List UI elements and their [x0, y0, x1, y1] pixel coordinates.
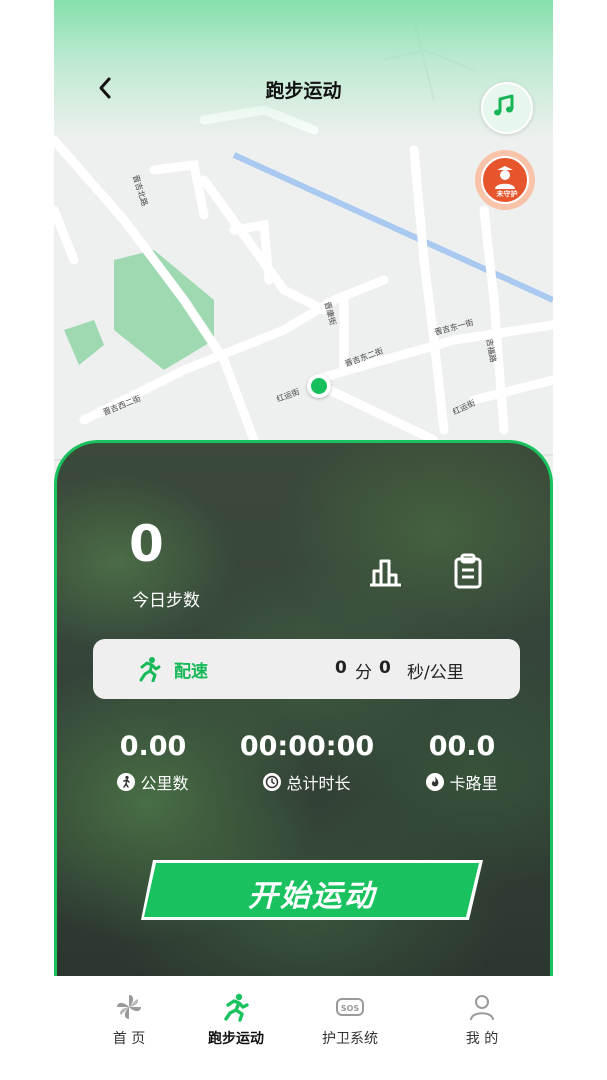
statistics-button[interactable]	[368, 555, 404, 591]
tab-profile[interactable]: 我 的	[432, 992, 532, 1048]
walker-icon	[117, 773, 136, 791]
start-workout-label: 开始运动	[248, 879, 376, 914]
pace-label: 配速	[174, 662, 208, 682]
pinwheel-icon	[117, 995, 141, 1019]
map-top-gradient	[54, 0, 553, 140]
today-steps-value: 0	[129, 515, 164, 573]
tab-profile-label: 我 的	[465, 1031, 499, 1047]
sos-icon: SOS	[336, 998, 364, 1016]
person-icon	[470, 995, 494, 1021]
workout-panel: 0 今日步数 配速 0 分 0 秒/公里 0.00 公里数 00:00:00 总…	[54, 440, 553, 976]
running-screen: 晋吉北路 晋康街 晋吉东二街 晋吉东一街 吉福路 红运街 红运街 晋吉西二街 跑…	[54, 0, 553, 1080]
current-location-marker	[307, 374, 331, 398]
pace-card: 配速 0 分 0 秒/公里	[93, 639, 520, 699]
flame-icon	[426, 773, 445, 791]
calories-value: 00.0	[428, 731, 496, 762]
runner-icon	[139, 657, 161, 682]
tab-guard-system[interactable]: SOS 护卫系统	[300, 992, 400, 1048]
start-workout-button[interactable]: 开始运动	[139, 858, 485, 922]
tab-home[interactable]: 首 页	[79, 992, 179, 1048]
clipboard-icon	[454, 553, 482, 589]
tab-running[interactable]: 跑步运动	[186, 992, 286, 1048]
music-button[interactable]	[481, 82, 533, 134]
today-steps-label: 今日步数	[132, 591, 200, 611]
distance-stat: 0.00 公里数	[97, 731, 209, 794]
guard-badge: 未守护	[481, 156, 529, 204]
map-view[interactable]: 晋吉北路 晋康街 晋吉东二街 晋吉东一街 吉福路 红运街 红运街 晋吉西二街 跑…	[54, 0, 553, 470]
bar-chart-icon	[370, 559, 401, 587]
pace-seconds: 0	[379, 658, 391, 678]
guard-status-button[interactable]: 未守护	[475, 150, 535, 210]
svg-text:SOS: SOS	[341, 1004, 360, 1013]
pace-minutes: 0	[335, 658, 347, 678]
guard-status-label: 未守护	[496, 190, 518, 198]
duration-stat: 00:00:00 总计时长	[237, 731, 377, 794]
duration-label: 总计时长	[286, 774, 351, 793]
calories-label: 卡路里	[449, 774, 498, 793]
records-button[interactable]	[451, 553, 485, 589]
distance-value: 0.00	[119, 731, 187, 762]
pace-minutes-unit: 分	[355, 663, 372, 683]
pace-seconds-unit: 秒/公里	[407, 663, 464, 683]
tab-guard-system-label: 护卫系统	[322, 1031, 378, 1047]
clock-icon	[263, 773, 282, 791]
page-title: 跑步运动	[265, 80, 342, 102]
music-note-icon	[494, 94, 514, 116]
calories-stat: 00.0 卡路里	[407, 731, 517, 794]
guard-person-icon	[495, 166, 515, 189]
tab-home-label: 首 页	[112, 1031, 146, 1047]
bottom-tab-bar: 首 页 跑步运动 SOS 护卫系统 我 的	[54, 976, 553, 1080]
distance-label: 公里数	[140, 774, 189, 793]
duration-value: 00:00:00	[239, 731, 375, 762]
tab-running-label: 跑步运动	[208, 1031, 264, 1047]
runner-icon	[224, 993, 249, 1022]
